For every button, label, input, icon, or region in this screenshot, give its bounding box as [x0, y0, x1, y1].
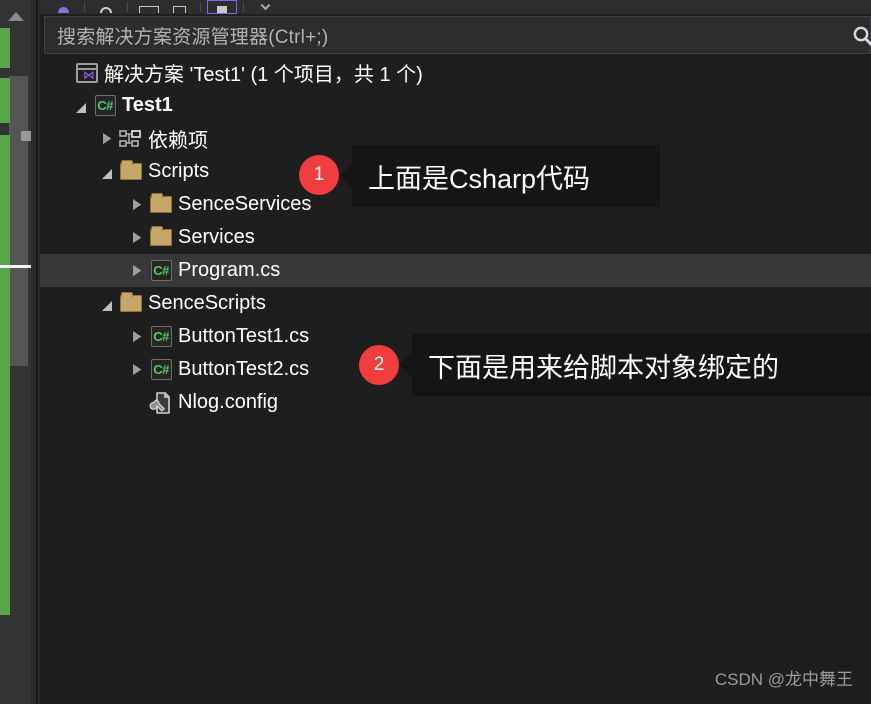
toolbar-separator — [243, 2, 244, 12]
tree-row-label: ButtonTest2.cs — [178, 358, 310, 380]
overflow-chevron-icon — [260, 0, 270, 11]
csharp-icon: C# — [92, 93, 118, 119]
toolbar-refresh-button[interactable] — [91, 0, 121, 14]
toolbar-back-button[interactable] — [48, 0, 78, 14]
toolbar-separator — [127, 2, 128, 12]
folder-icon — [118, 291, 144, 317]
search-input[interactable]: 搜索解决方案资源管理器(Ctrl+;) — [57, 22, 328, 49]
toolbar-show-all-files-button[interactable] — [134, 0, 164, 14]
dependencies-icon — [118, 126, 144, 152]
tree-row-label: 解决方案 'Test1' (1 个项目，共 1 个) — [104, 64, 423, 86]
tree-row-label: 依赖项 — [148, 130, 208, 152]
chevron-down-icon[interactable] — [96, 155, 118, 188]
toolbar-separator — [200, 2, 201, 12]
callout-badge-number: 2 — [373, 354, 385, 375]
solution-icon: ⋈ — [74, 60, 100, 86]
callout-text: 下面是用来给脚本对象绑定的 — [428, 352, 779, 383]
properties-icon — [217, 6, 227, 13]
toolbar-separator — [84, 2, 85, 12]
search-icon[interactable] — [850, 25, 871, 49]
tree-row-label: Services — [178, 226, 255, 248]
solution-explorer-window: 搜索解决方案资源管理器(Ctrl+;) ⋈ 解决方案 'Test1' (1 个项目… — [0, 0, 871, 704]
chevron-right-icon[interactable] — [126, 221, 148, 254]
callout-badge-1: 1 — [299, 155, 339, 195]
explorer-toolbar — [40, 0, 871, 14]
callout-box-1: 上面是Csharp代码 — [339, 145, 660, 207]
twisty-empty — [52, 56, 74, 89]
chevron-down-icon[interactable] — [70, 89, 92, 122]
callout-arrow-icon — [399, 352, 413, 378]
chevron-right-icon[interactable] — [126, 188, 148, 221]
chevron-down-icon[interactable] — [96, 287, 118, 320]
tree-row-folder-services[interactable]: Services — [40, 221, 871, 254]
tree-row-project-test1[interactable]: C# Test1 — [40, 89, 871, 122]
folder-icon — [118, 159, 144, 185]
refresh-icon — [100, 7, 112, 13]
tree-row-file-program-cs[interactable]: C# Program.cs — [40, 254, 871, 287]
back-icon — [57, 7, 69, 13]
toolbar-properties-button[interactable] — [207, 0, 237, 14]
tree-row-label: SenceServices — [178, 193, 312, 215]
tree-row-solution[interactable]: ⋈ 解决方案 'Test1' (1 个项目，共 1 个) — [40, 56, 871, 89]
tree-row-label: SenceScripts — [148, 292, 266, 314]
callout-badge-number: 1 — [313, 164, 325, 185]
scrollbar-grip-icon[interactable] — [21, 131, 31, 141]
callout-arrow-icon — [339, 163, 353, 189]
tree-row-label: Scripts — [148, 160, 210, 182]
panel-divider — [36, 0, 38, 704]
search-box[interactable]: 搜索解决方案资源管理器(Ctrl+;) — [44, 16, 871, 54]
csharp-icon: C# — [148, 324, 174, 350]
tree-row-folder-sencescripts[interactable]: SenceScripts — [40, 287, 871, 320]
chevron-right-icon[interactable] — [126, 353, 148, 386]
tree-row-label: Nlog.config — [178, 391, 279, 413]
csharp-icon: C# — [148, 258, 174, 284]
show-all-files-icon — [139, 6, 159, 13]
folder-icon — [148, 192, 174, 218]
callout-box-2: 下面是用来给脚本对象绑定的 — [399, 334, 871, 396]
folder-icon — [148, 225, 174, 251]
scroll-up-arrow-icon[interactable] — [8, 12, 24, 21]
tree-row-label: Program.cs — [178, 259, 281, 281]
callout-badge-2: 2 — [359, 345, 399, 385]
toolbar-collapse-all-button[interactable] — [164, 0, 194, 14]
toolbar-overflow-chevron-button[interactable] — [250, 0, 280, 14]
twisty-empty — [126, 386, 148, 419]
change-marker — [0, 135, 10, 615]
callout-text: 上面是Csharp代码 — [368, 163, 591, 194]
chevron-right-icon[interactable] — [96, 122, 118, 155]
tree-row-label: ButtonTest1.cs — [178, 325, 310, 347]
caret-position-line — [0, 265, 31, 268]
editor-scrollbar-column[interactable] — [0, 0, 40, 704]
collapse-all-icon — [172, 6, 186, 13]
chevron-right-icon[interactable] — [126, 254, 148, 287]
chevron-right-icon[interactable] — [126, 320, 148, 353]
tree-row-label: Test1 — [122, 94, 173, 116]
change-marker — [0, 78, 10, 123]
config-file-icon — [148, 390, 174, 416]
watermark: CSDN @龙中舞王 — [714, 670, 853, 689]
csharp-icon: C# — [148, 357, 174, 383]
scrollbar-thumb[interactable] — [9, 76, 28, 366]
change-marker — [0, 28, 10, 68]
